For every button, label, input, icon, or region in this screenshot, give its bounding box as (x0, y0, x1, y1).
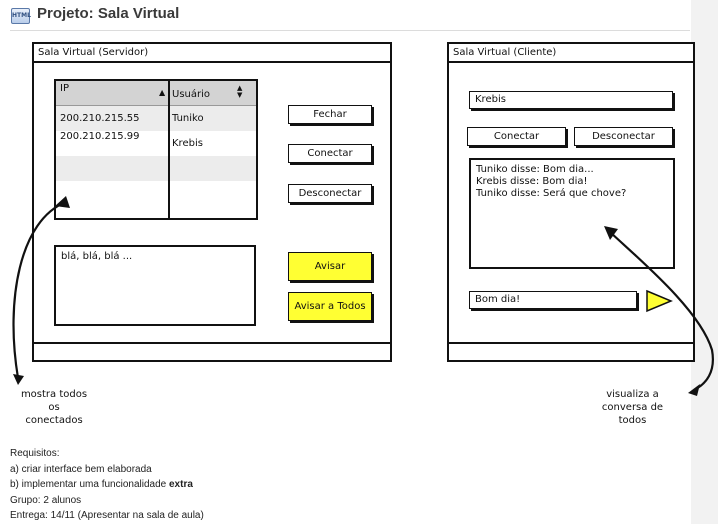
arrow-right (609, 231, 714, 391)
requirements: Requisitos: a) criar interface bem elabo… (10, 446, 204, 524)
requirements-heading: Requisitos: (10, 448, 60, 459)
arrowhead-right-bottom (688, 384, 700, 396)
annotation-left: mostra todos os conectados (20, 389, 88, 426)
arrowhead-left-bottom (13, 374, 24, 385)
requirement-group: Grupo: 2 alunos (10, 494, 82, 506)
requirement-b: b) implementar uma funcionalidade extra (10, 479, 193, 490)
arrowhead-left-top (55, 196, 70, 208)
arrow-left (12, 200, 67, 379)
annotation-right: visualiza a conversa de todos (601, 389, 664, 426)
requirement-a: a) criar interface bem elaborada (10, 463, 152, 475)
requirement-delivery: Entrega: 14/11 (Apresentar na sala de au… (10, 510, 204, 521)
